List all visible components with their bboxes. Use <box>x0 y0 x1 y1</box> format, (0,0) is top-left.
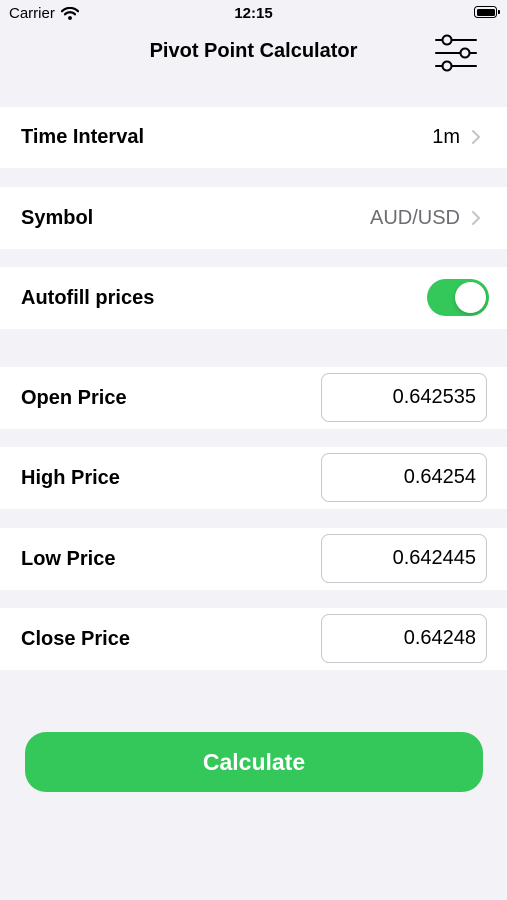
settings-button[interactable] <box>430 31 482 75</box>
autofill-row: Autofill prices <box>0 267 507 329</box>
open-price-row: Open Price <box>0 367 507 429</box>
battery-cap <box>498 10 500 14</box>
status-time: 12:15 <box>234 5 273 22</box>
close-price-label: Close Price <box>21 628 130 650</box>
status-bar: Carrier 12:15 <box>0 0 507 30</box>
symbol-value: AUD/USD <box>369 207 460 229</box>
autofill-label: Autofill prices <box>21 287 155 309</box>
open-price-label: Open Price <box>21 387 127 409</box>
chevron-right-icon <box>472 130 480 144</box>
close-price-input[interactable] <box>321 614 487 663</box>
autofill-toggle[interactable] <box>427 279 489 316</box>
low-price-input[interactable] <box>321 534 487 583</box>
sliders-icon <box>435 34 477 72</box>
symbol-row[interactable]: Symbol AUD/USD <box>0 187 507 249</box>
low-price-row: Low Price <box>0 528 507 590</box>
calculate-button[interactable]: Calculate <box>25 732 483 792</box>
symbol-label: Symbol <box>21 207 94 229</box>
battery-level <box>476 8 495 16</box>
high-price-label: High Price <box>21 467 120 489</box>
toggle-knob <box>455 282 486 313</box>
open-price-input[interactable] <box>321 373 487 422</box>
high-price-row: High Price <box>0 447 507 509</box>
nav-bar: Pivot Point Calculator <box>0 28 507 78</box>
time-interval-label: Time Interval <box>21 126 145 148</box>
time-interval-row[interactable]: Time Interval 1m <box>0 107 507 168</box>
low-price-label: Low Price <box>21 548 116 570</box>
time-interval-value: 1m <box>432 126 460 148</box>
chevron-right-icon <box>472 211 480 225</box>
high-price-input[interactable] <box>321 453 487 502</box>
close-price-row: Close Price <box>0 608 507 670</box>
battery-icon <box>474 6 500 18</box>
